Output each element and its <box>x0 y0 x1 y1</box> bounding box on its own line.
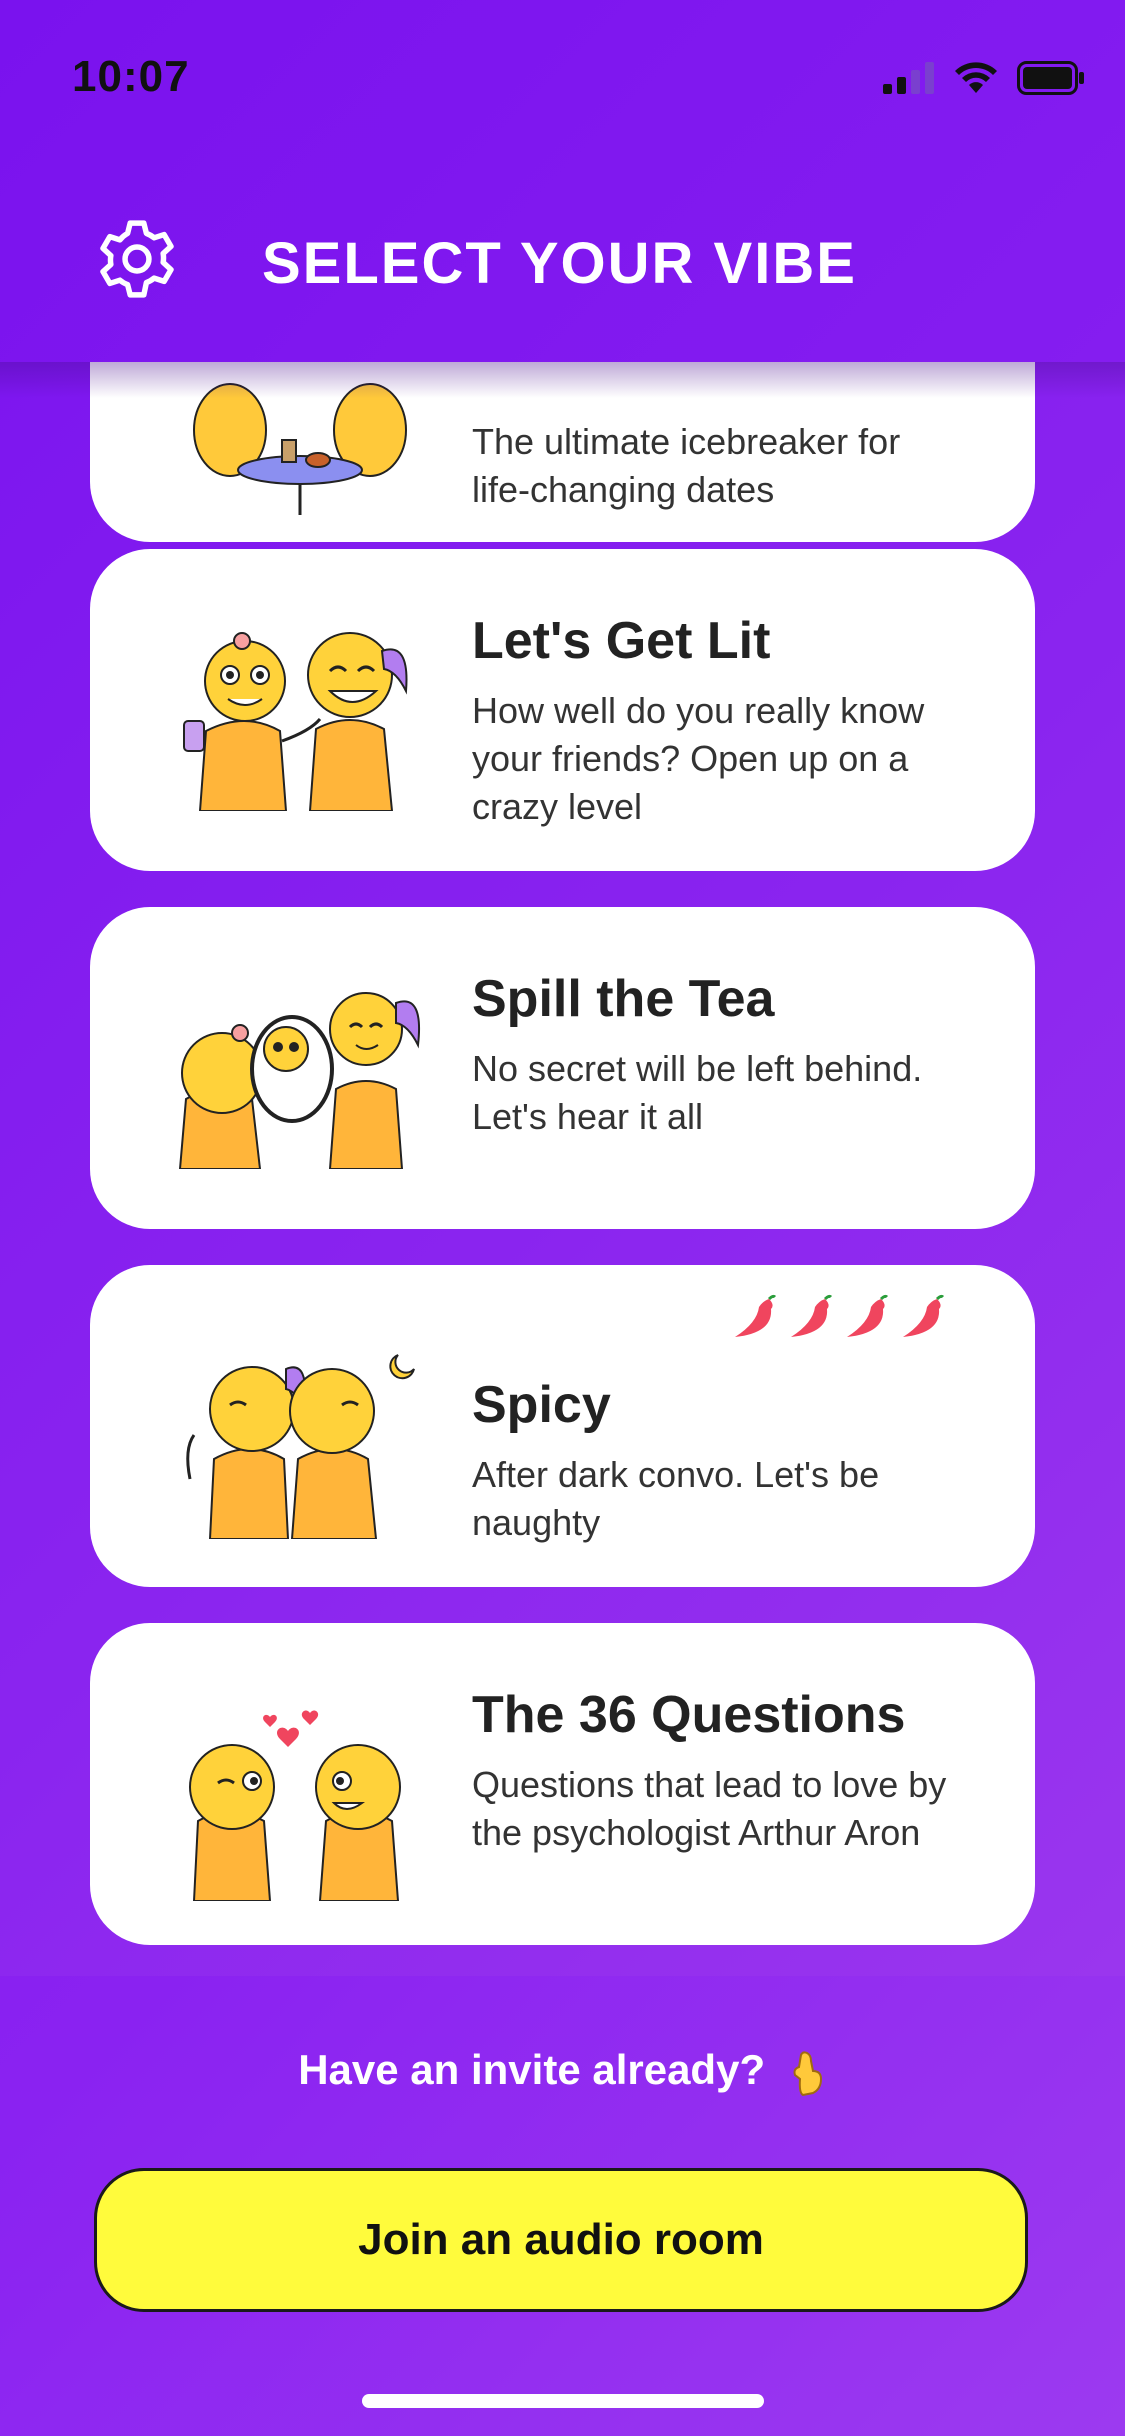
cellular-signal-icon <box>883 62 934 94</box>
vibe-description: Questions that lead to love by the psych… <box>472 1764 947 1853</box>
invite-prompt: Have an invite already? <box>0 2046 1125 2097</box>
wifi-icon <box>955 62 997 93</box>
vibe-description: The ultimate icebreaker for life-changin… <box>472 421 901 510</box>
vibe-description: After dark convo. Let's be naughty <box>472 1454 880 1543</box>
vibe-card-first-dates[interactable]: The ultimate icebreaker for life-changin… <box>90 362 1035 542</box>
vibe-name: Spicy <box>472 1376 611 1434</box>
vibe-name: Spill the Tea <box>472 970 775 1028</box>
vibe-description: How well do you really know your friends… <box>472 690 925 827</box>
home-indicator <box>362 2394 764 2408</box>
battery-icon <box>1017 61 1084 95</box>
gossip-mirror-illustration <box>178 992 420 1169</box>
friends-laughing-illustration <box>183 632 408 811</box>
vibe-name: The 36 Questions <box>472 1686 906 1744</box>
vibe-card-lets-get-lit[interactable]: Let's Get Lit How well do you really kno… <box>90 549 1035 871</box>
couple-with-hearts-illustration <box>189 1710 401 1901</box>
gear-icon[interactable] <box>96 218 178 300</box>
chili-pepper-icon <box>791 1294 833 1337</box>
status-bar: 10:07 <box>0 0 1125 150</box>
vibe-card-spicy[interactable]: Spicy After dark convo. Let's be naughty <box>90 1265 1035 1587</box>
status-time: 10:07 <box>72 52 190 101</box>
status-icons <box>883 58 1085 98</box>
vibe-name: Let's Get Lit <box>472 612 771 670</box>
vibe-list[interactable]: The ultimate icebreaker for life-changin… <box>0 362 1125 1976</box>
spice-level <box>729 1293 947 1343</box>
join-audio-room-button[interactable]: Join an audio room <box>94 2168 1028 2312</box>
page-title: SELECT YOUR VIBE <box>262 231 857 296</box>
couple-at-cafe-table-illustration <box>193 383 407 515</box>
invite-text: Have an invite already? <box>298 2046 766 2093</box>
chili-pepper-icon <box>903 1294 945 1337</box>
vibe-card-spill-the-tea[interactable]: Spill the Tea No secret will be left beh… <box>90 907 1035 1229</box>
vibe-card-36-questions[interactable]: The 36 Questions Questions that lead to … <box>90 1623 1035 1945</box>
couple-back-to-back-illustration <box>186 1354 415 1539</box>
chili-pepper-icon <box>735 1294 777 1337</box>
vibe-description: No secret will be left behind. Let's hea… <box>472 1048 923 1137</box>
chili-pepper-icon <box>847 1294 889 1337</box>
pointing-down-hand-icon <box>793 2051 822 2096</box>
footer: Have an invite already? Join an audio ro… <box>0 1976 1125 2436</box>
header: SELECT YOUR VIBE <box>0 150 1125 362</box>
